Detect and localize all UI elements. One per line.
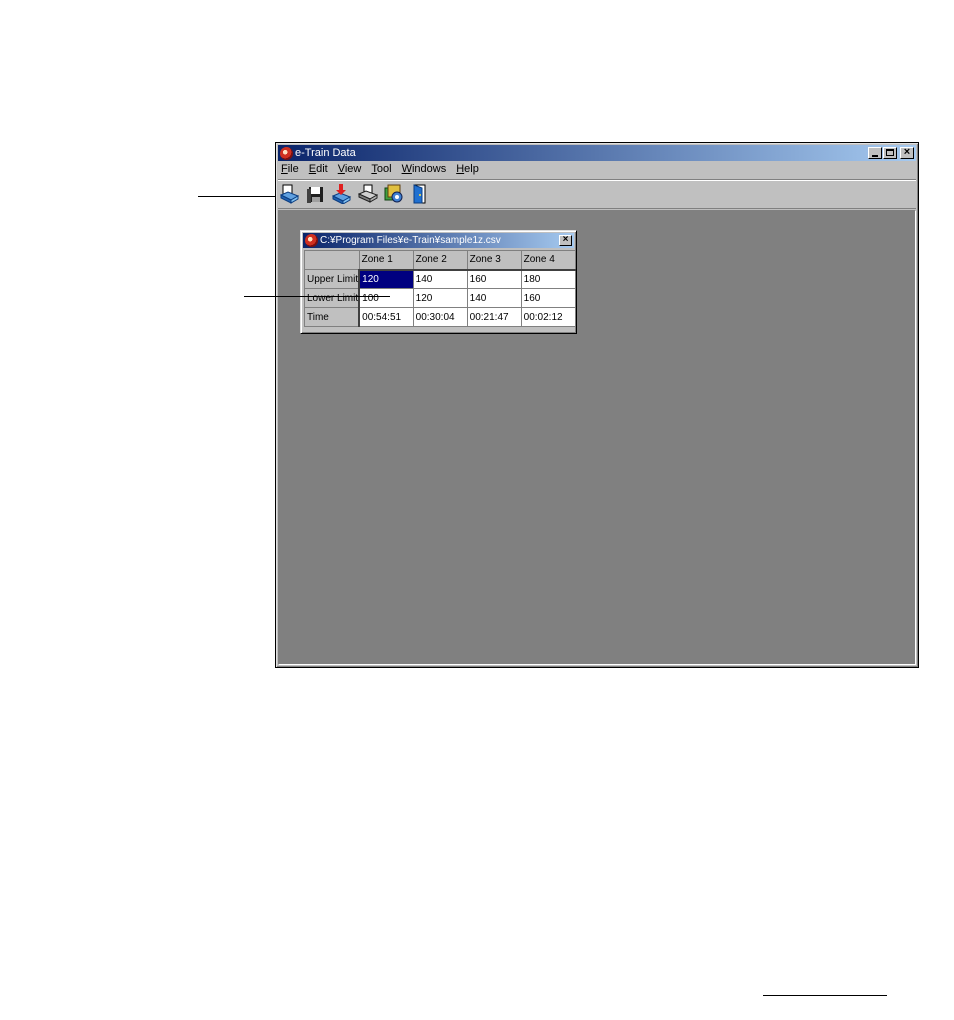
grid-cell[interactable]: 180 xyxy=(520,269,576,289)
grid-row-time: Time 00:54:51 00:30:04 00:21:47 00:02:12 xyxy=(304,307,576,327)
grid-cell[interactable]: 00:21:47 xyxy=(466,307,522,327)
settings-button[interactable] xyxy=(384,183,404,205)
document-close-button[interactable]: × xyxy=(559,234,572,246)
maximize-icon xyxy=(886,149,894,156)
print-button[interactable] xyxy=(358,183,378,205)
grid-cell[interactable]: 140 xyxy=(412,269,468,289)
document-logo-icon[interactable] xyxy=(305,234,318,247)
grid-cell[interactable]: 160 xyxy=(520,288,576,308)
app-window: e-Train Data × File Edit View Tool Windo… xyxy=(275,142,919,668)
menu-help[interactable]: Help xyxy=(451,162,484,177)
grid-cell[interactable]: 00:54:51 xyxy=(358,307,414,327)
menu-tool[interactable]: Tool xyxy=(366,162,396,177)
print-icon xyxy=(358,184,378,203)
close-icon: × xyxy=(562,234,569,245)
grid-cell[interactable]: 120 xyxy=(412,288,468,308)
grid-cell[interactable]: 160 xyxy=(466,269,522,289)
grid-corner-cell[interactable] xyxy=(304,250,360,270)
grid-cell[interactable]: 00:30:04 xyxy=(412,307,468,327)
save-disk-icon xyxy=(307,187,323,203)
window-controls: × xyxy=(868,146,914,159)
menu-bar: File Edit View Tool Windows Help xyxy=(278,162,916,177)
footer-rule xyxy=(763,995,887,996)
data-grid: Zone 1 Zone 2 Zone 3 Zone 4 Upper Limit … xyxy=(304,250,576,327)
grid-row-upper-limit: Upper Limit 120 140 160 180 xyxy=(304,269,576,289)
toolbar xyxy=(278,179,916,209)
document-title: C:¥Program Files¥e-Train¥sample1z.csv xyxy=(320,235,501,246)
grid-row-lower-limit: Lower Limit 100 120 140 160 xyxy=(304,288,576,308)
app-title: e-Train Data xyxy=(295,147,356,159)
open-file-icon xyxy=(280,184,300,204)
maximize-button[interactable] xyxy=(883,147,897,159)
document-titlebar[interactable]: C:¥Program Files¥e-Train¥sample1z.csv × xyxy=(303,233,574,248)
download-icon xyxy=(332,184,352,204)
grid-cell[interactable]: 120 xyxy=(358,269,414,289)
grid-cell[interactable]: 00:02:12 xyxy=(520,307,576,327)
column-header-zone-4[interactable]: Zone 4 xyxy=(520,250,576,271)
exit-button[interactable] xyxy=(410,183,430,205)
minimize-icon xyxy=(872,155,878,157)
mdi-workspace: C:¥Program Files¥e-Train¥sample1z.csv × … xyxy=(278,210,916,665)
grid-cell[interactable]: 100 xyxy=(358,288,414,308)
save-button[interactable] xyxy=(306,183,326,205)
row-header-time[interactable]: Time xyxy=(304,307,361,327)
column-header-zone-2[interactable]: Zone 2 xyxy=(412,250,468,271)
app-logo-icon[interactable] xyxy=(280,146,293,160)
menu-file[interactable]: File xyxy=(278,162,304,177)
grid-cell[interactable]: 140 xyxy=(466,288,522,308)
menu-view[interactable]: View xyxy=(333,162,367,177)
open-file-button[interactable] xyxy=(280,183,300,205)
exit-door-icon xyxy=(413,184,426,204)
menu-windows[interactable]: Windows xyxy=(397,162,452,177)
column-header-zone-1[interactable]: Zone 1 xyxy=(358,250,414,271)
row-header-lower-limit[interactable]: Lower Limit xyxy=(304,288,361,308)
grid-header-row: Zone 1 Zone 2 Zone 3 Zone 4 xyxy=(304,250,576,271)
callout-line-grid xyxy=(244,296,390,297)
close-icon: × xyxy=(903,146,911,158)
document-window: C:¥Program Files¥e-Train¥sample1z.csv × … xyxy=(300,230,577,334)
row-header-upper-limit[interactable]: Upper Limit xyxy=(304,269,361,289)
menu-edit[interactable]: Edit xyxy=(304,162,333,177)
column-header-zone-3[interactable]: Zone 3 xyxy=(466,250,522,271)
download-button[interactable] xyxy=(332,183,352,205)
settings-icon xyxy=(384,184,403,203)
close-button[interactable]: × xyxy=(900,146,914,159)
callout-line-toolbar xyxy=(198,196,284,197)
app-titlebar[interactable]: e-Train Data × xyxy=(278,145,916,161)
minimize-button[interactable] xyxy=(868,147,882,159)
